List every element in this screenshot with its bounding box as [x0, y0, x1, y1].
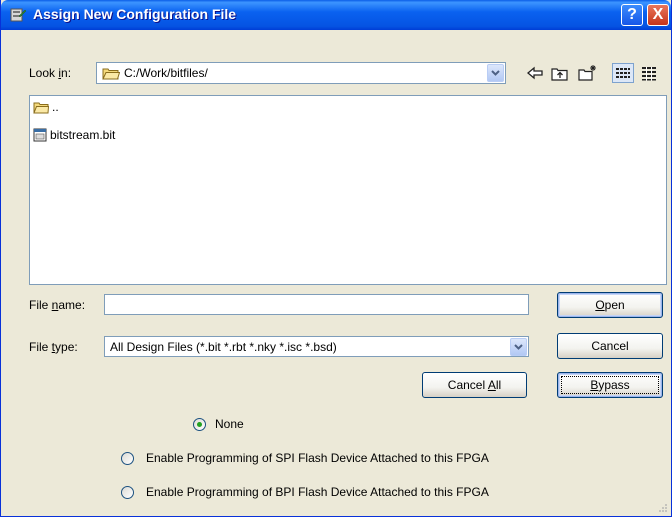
resize-grip-icon[interactable]: [658, 503, 668, 513]
file-name: bitstream.bit: [50, 128, 116, 142]
radio-bpi-flash[interactable]: [121, 486, 134, 499]
file-type-label: File type:: [29, 340, 78, 354]
up-folder-icon[interactable]: [550, 64, 570, 82]
list-view-toggle[interactable]: [612, 63, 634, 83]
radio-none[interactable]: [193, 418, 206, 431]
file-type-dropdown-arrow[interactable]: [510, 338, 527, 356]
look-in-path: C:/Work/bitfiles/: [124, 66, 208, 80]
chevron-down-icon: [491, 70, 500, 76]
open-button[interactable]: Open: [557, 292, 663, 318]
chevron-down-icon: [514, 344, 523, 350]
list-item-parent-folder[interactable]: ..: [33, 99, 59, 115]
list-item-bitstream[interactable]: bitstream.bit: [33, 127, 115, 143]
radio-spi-flash-label[interactable]: Enable Programming of SPI Flash Device A…: [146, 451, 489, 465]
radio-spi-flash[interactable]: [121, 452, 134, 465]
close-button[interactable]: X: [647, 4, 669, 26]
bypass-button[interactable]: Bypass: [557, 372, 663, 398]
app-icon: [10, 8, 27, 22]
bit-file-icon: [33, 128, 47, 142]
list-view-icon: [616, 68, 630, 78]
look-in-dropdown[interactable]: C:/Work/bitfiles/: [96, 62, 506, 84]
folder-icon: [33, 102, 49, 114]
file-list[interactable]: .. bitstream.bit: [29, 95, 667, 285]
details-view-icon[interactable]: [639, 64, 659, 82]
cancel-button[interactable]: Cancel: [557, 333, 663, 359]
window-title: Assign New Configuration File: [33, 6, 237, 22]
radio-bpi-flash-label[interactable]: Enable Programming of BPI Flash Device A…: [146, 485, 489, 499]
back-arrow-icon[interactable]: [525, 64, 545, 82]
new-folder-icon[interactable]: [577, 64, 597, 82]
look-in-dropdown-arrow[interactable]: [487, 64, 504, 82]
title-bar[interactable]: Assign New Configuration File ? X: [1, 0, 671, 30]
file-type-value: All Design Files (*.bit *.rbt *.nky *.is…: [110, 340, 337, 354]
file-type-dropdown[interactable]: All Design Files (*.bit *.rbt *.nky *.is…: [104, 336, 529, 357]
cancel-all-button[interactable]: Cancel All: [422, 372, 527, 398]
radio-none-label[interactable]: None: [215, 417, 244, 431]
folder-open-icon: [102, 68, 120, 80]
file-name: ..: [52, 100, 59, 114]
look-in-label: Look in:: [29, 66, 72, 80]
help-button[interactable]: ?: [621, 4, 643, 26]
dialog-window: Assign New Configuration File ? X Look i…: [0, 0, 672, 517]
file-name-input[interactable]: [104, 294, 529, 315]
file-name-label: File name:: [29, 298, 86, 312]
